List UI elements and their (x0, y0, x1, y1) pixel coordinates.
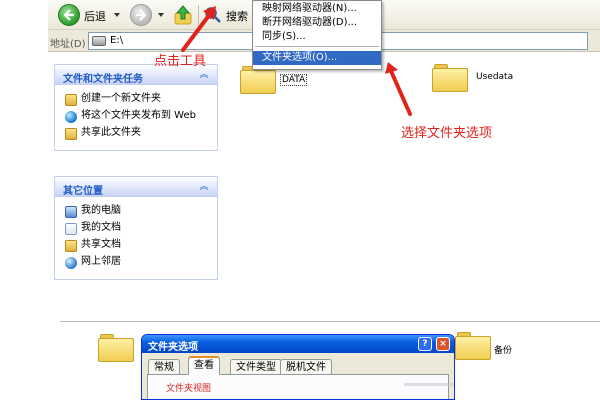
tab-file-types[interactable]: 文件类型 (230, 359, 282, 375)
tab-offline-files[interactable]: 脱机文件 (280, 359, 332, 375)
close-button[interactable]: × (436, 337, 450, 351)
tab-general[interactable]: 常规 (148, 359, 180, 375)
blurred-description-text (404, 383, 454, 386)
folder-options-dialog: 文件夹选项 ? × 常规 查看 文件类型 脱机文件 文件夹视图 (141, 334, 455, 400)
folder-backup-label[interactable]: 备份 (494, 343, 512, 356)
help-button[interactable]: ? (418, 337, 432, 351)
arrow-to-tools (181, 12, 212, 52)
annotation-click-tools: 点击工具 (154, 54, 207, 69)
folder-views-group-label: 文件夹视图 (166, 384, 212, 394)
dialog-title: 文件夹选项 (148, 342, 198, 353)
folder-icon[interactable] (98, 334, 134, 362)
arrow-to-folder-options (389, 69, 412, 116)
dialog-titlebar[interactable]: 文件夹选项 ? × (142, 335, 454, 353)
folder-backup-icon[interactable] (455, 332, 491, 360)
annotation-choose-folder-options: 选择文件夹选项 (401, 126, 493, 141)
tab-view[interactable]: 查看 (188, 356, 220, 375)
